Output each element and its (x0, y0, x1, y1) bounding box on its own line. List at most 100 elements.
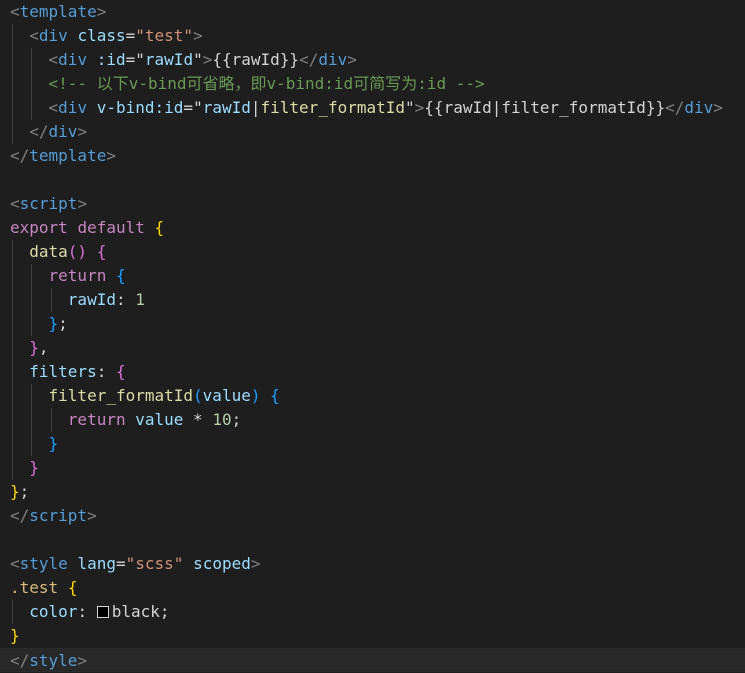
code-token: " (193, 50, 203, 69)
code-token: > (77, 194, 88, 213)
code-line[interactable]: filter_formatId(value) { (10, 384, 280, 408)
code-token: scoped (193, 554, 251, 573)
code-line[interactable]: <!-- 以下v-bind可省略，即v-bind:id可简写为:id --> (10, 72, 485, 96)
code-token: { (115, 362, 126, 381)
code-token: | (250, 98, 261, 117)
code-token: return (67, 410, 126, 429)
code-line[interactable]: <template> (10, 0, 106, 24)
code-line[interactable]: <div v-bind:id="rawId|filter_formatId">{… (10, 96, 723, 120)
code-token: rawId (202, 98, 251, 117)
code-token: template (19, 2, 97, 21)
code-line[interactable]: </script> (10, 504, 97, 528)
code-line-current[interactable]: </style> (0, 648, 745, 672)
code-token: rawId (144, 50, 194, 69)
code-line[interactable]: .test { (10, 576, 77, 600)
code-token: div (318, 50, 348, 69)
code-line[interactable]: <div class="test"> (10, 24, 203, 48)
code-token: < (48, 50, 59, 69)
code-token: > (77, 122, 88, 141)
code-line[interactable]: } (10, 624, 20, 648)
code-token: :id (96, 50, 126, 69)
code-token: default (77, 218, 145, 237)
code-token: { (67, 578, 78, 597)
code-token: } (48, 434, 59, 453)
code-token: { (115, 266, 126, 285)
code-token: } (29, 458, 39, 477)
code-token: > (202, 50, 213, 69)
code-line[interactable]: <script> (10, 192, 87, 216)
code-line[interactable]: return { (10, 264, 126, 288)
code-token: ; (159, 602, 170, 621)
code-token: "test" (135, 26, 194, 45)
code-line[interactable]: }; (10, 480, 29, 504)
code-token: = (183, 98, 194, 117)
code-token: { (154, 218, 165, 237)
code-token: data (29, 242, 68, 261)
code-token: ; (19, 482, 30, 501)
code-editor[interactable]: <template> <div class="test"> <div :id="… (0, 0, 745, 672)
code-line[interactable]: </div> (10, 120, 87, 144)
code-line[interactable]: rawId: 1 (10, 288, 145, 312)
code-line[interactable]: <div :id="rawId">{{rawId}}</div> (10, 48, 357, 72)
code-token: > (77, 651, 88, 670)
code-token: > (106, 146, 116, 165)
code-token: template (29, 146, 107, 165)
color-swatch-icon[interactable] (96, 606, 109, 618)
code-token: rawId (67, 290, 116, 309)
code-line[interactable]: export default { (10, 216, 164, 240)
code-line[interactable]: } (10, 456, 39, 480)
code-token: } (29, 338, 39, 357)
code-line[interactable]: </template> (10, 144, 116, 168)
code-line[interactable]: color: black; (10, 600, 170, 624)
code-token: { (270, 386, 280, 405)
code-token: </ (665, 98, 685, 117)
code-token: v-bind:id (96, 98, 184, 117)
code-line[interactable]: }; (10, 312, 68, 336)
code-line[interactable]: }, (10, 336, 48, 360)
code-token: value (202, 386, 251, 405)
code-token: = (115, 554, 126, 573)
code-token: " (135, 50, 145, 69)
code-token: div (38, 26, 68, 45)
code-line[interactable]: <style lang="scss" scoped> (10, 552, 261, 576)
code-token: div (58, 50, 88, 69)
code-token: .test (10, 578, 59, 597)
code-token: > (193, 26, 203, 45)
code-token: > (713, 98, 723, 117)
code-token: style (19, 554, 68, 573)
code-token: > (250, 554, 261, 573)
code-token: < (10, 194, 20, 213)
code-token: { (96, 242, 107, 261)
code-line[interactable]: } (10, 432, 59, 456)
code-token: div (58, 98, 88, 117)
code-token: < (48, 98, 59, 117)
code-token: 10 (212, 410, 232, 429)
code-token: </ (10, 651, 30, 670)
code-line[interactable]: return value * 10; (10, 408, 241, 432)
code-token: </ (10, 146, 30, 165)
code-token: " (193, 98, 203, 117)
code-token: = (125, 50, 136, 69)
code-line[interactable]: filters: { (10, 360, 126, 384)
code-line[interactable]: data() { (10, 240, 106, 264)
